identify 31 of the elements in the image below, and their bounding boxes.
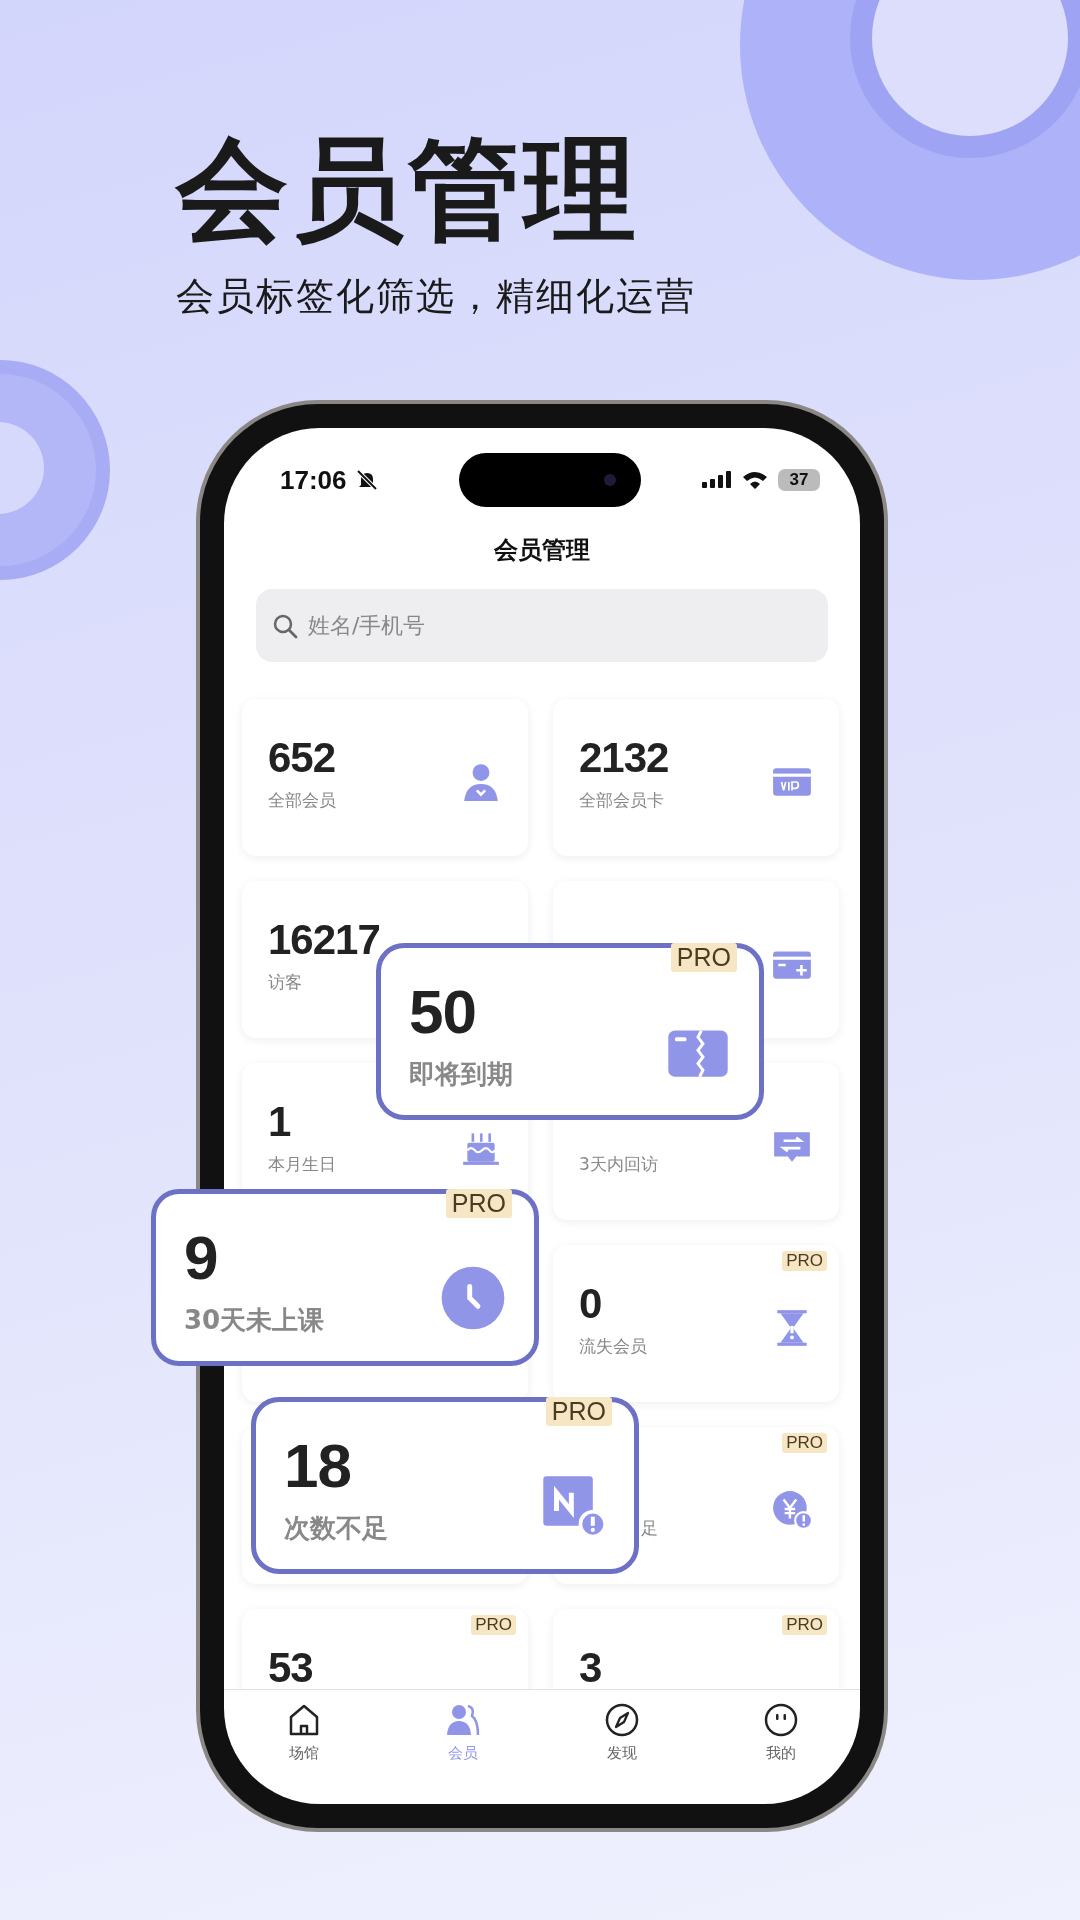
status-time: 17:06 [280,464,347,496]
battery-level: 37 [778,469,820,491]
stat-label: 足 [641,1517,658,1540]
stat-value: 3 [579,1647,602,1689]
stat-value: 2132 [579,737,669,779]
pro-badge: PRO [782,1251,827,1271]
stat-value: 50 [409,981,477,1043]
stat-label: 流失会员 [579,1335,647,1358]
pro-badge: PRO [471,1615,516,1635]
subheadline: 会员标签化筛选，精细化运营 [176,273,697,321]
pro-badge: PRO [445,1189,512,1218]
stat-value: 652 [268,737,336,779]
stat-label: 3天内回访 [579,1153,658,1176]
pro-badge: PRO [545,1397,612,1426]
stat-label: 次数不足 [284,1512,388,1545]
pro-badge: PRO [782,1433,827,1453]
stat-label: 30天未上课 [184,1304,325,1337]
page-title: 会员管理 [494,535,590,566]
stat-value: 16217 [268,919,380,961]
stat-value: 1 [268,1101,292,1143]
stat-label: 本月生日 [268,1153,336,1176]
stat-value: 53 [268,1647,313,1689]
pro-badge: PRO [670,943,737,972]
stat-value: 9 [184,1227,219,1289]
stat-label: 全部会员 [268,789,336,812]
headline: 会员管理 [176,128,641,252]
stat-value: 18 [284,1435,352,1497]
stat-label: 访客 [268,971,303,994]
pro-badge: PRO [782,1615,827,1635]
stat-value: 0 [579,1283,603,1325]
stat-label: 全部会员卡 [579,789,665,812]
